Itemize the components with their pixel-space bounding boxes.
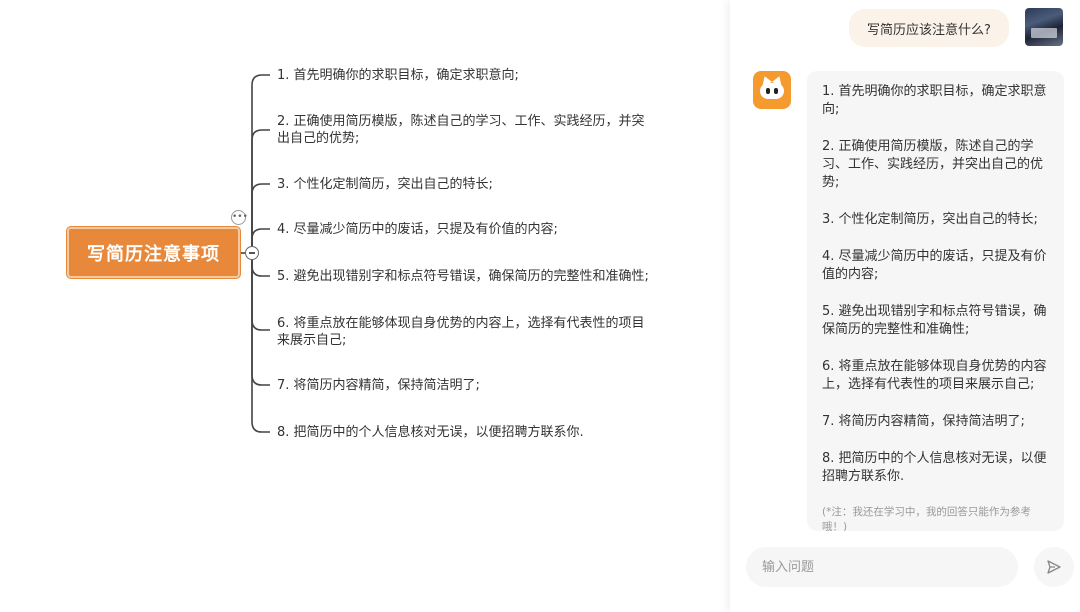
mind-map-root-node[interactable]: 写简历注意事项 (67, 227, 240, 278)
user-message-bubble: 写简历应该注意什么? (849, 9, 1009, 47)
answer-item: 1. 首先明确你的求职目标，确定求职意向; (822, 84, 1047, 117)
mind-map-branch[interactable]: 8. 把简历中的个人信息核对无误，以便招聘方联系你. (277, 424, 657, 441)
answer-item: 8. 把简历中的个人信息核对无误，以便招聘方联系你. (822, 451, 1047, 484)
branch-connector (251, 183, 270, 253)
send-icon (1047, 560, 1061, 574)
user-avatar[interactable] (1025, 8, 1063, 46)
send-button[interactable] (1034, 547, 1074, 587)
mind-map-branch[interactable]: 7. 将简历内容精简，保持简洁明了; (277, 377, 657, 394)
question-input[interactable] (746, 547, 1018, 587)
root-node-label: 写简历注意事项 (87, 243, 220, 265)
answer-item: 2. 正确使用简历模版，陈述自己的学习、工作、实践经历，并突出自己的优势; (822, 139, 1044, 190)
mind-map-branch[interactable]: 1. 首先明确你的求职目标，确定求职意向; (277, 67, 657, 84)
answer-item: 4. 尽量减少简历中的废话，只提及有价值的内容; (822, 249, 1047, 282)
answer-disclaimer: (*注：我还在学习中，我的回答只能作为参考哦！) (822, 506, 1031, 531)
mind-map-connectors (240, 74, 270, 433)
answer-item: 5. 避免出现错别字和标点符号错误，确保简历的完整性和准确性; (822, 304, 1047, 337)
mind-map-branch[interactable]: 5. 避免出现错别字和标点符号错误，确保简历的完整性和准确性; (277, 268, 657, 285)
bot-answer-bubble: 1. 首先明确你的求职目标，确定求职意向; 2. 正确使用简历模版，陈述自己的学… (807, 71, 1064, 531)
branch-connector (251, 253, 270, 331)
mind-map-canvas: 写简历注意事项 ••• 1. 首先明确你的求职目标，确定求职意向; 2. 正确使… (0, 0, 730, 612)
branch-connector (251, 253, 270, 433)
bot-avatar-icon (753, 71, 791, 109)
mind-map-branch[interactable]: 6. 将重点放在能够体现自身优势的内容上，选择有代表性的项目来展示自己; (277, 315, 657, 349)
ellipsis-icon[interactable]: ••• (231, 210, 248, 225)
bot-face (760, 83, 784, 99)
mind-map-branch[interactable]: 3. 个性化定制简历，突出自己的特长; (277, 176, 657, 193)
answer-item: 7. 将简历内容精简，保持简洁明了; (822, 414, 1025, 429)
collapse-icon[interactable] (245, 246, 259, 260)
branch-connector (251, 129, 270, 253)
mind-map-branch[interactable]: 2. 正确使用简历模版，陈述自己的学习、工作、实践经历，并突出自己的优势; (277, 113, 657, 147)
mind-map-branch[interactable]: 4. 尽量减少简历中的废话，只提及有价值的内容; (277, 221, 657, 238)
branch-connector (251, 74, 270, 253)
answer-item: 3. 个性化定制简历，突出自己的特长; (822, 212, 1038, 227)
answer-item: 6. 将重点放在能够体现自身优势的内容上，选择有代表性的项目来展示自己; (822, 359, 1047, 392)
chat-panel: 写简历应该注意什么? 1. 首先明确你的求职目标，确定求职意向; 2. 正确使用… (730, 0, 1080, 612)
user-message-text: 写简历应该注意什么? (867, 22, 991, 38)
